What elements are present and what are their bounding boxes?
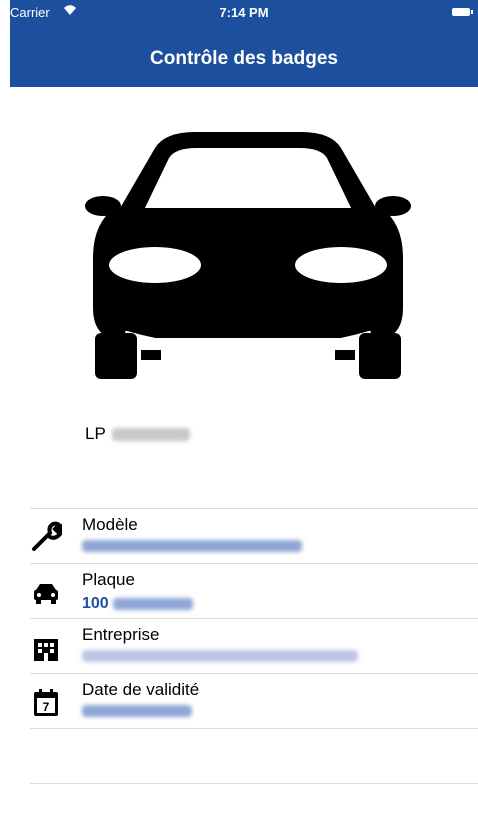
- redacted-value: [82, 540, 302, 552]
- field-row-modele: Modèle: [30, 508, 478, 564]
- redacted-value: [82, 705, 192, 717]
- page-title: Contrôle des badges: [150, 48, 338, 69]
- field-label-entreprise: Entreprise: [82, 625, 160, 644]
- field-value-entreprise: [82, 650, 358, 662]
- field-value-modele: [82, 540, 302, 552]
- list-divider: [30, 728, 478, 729]
- field-label-plaque: Plaque: [82, 570, 135, 589]
- battery-icon: [452, 8, 473, 16]
- building-icon: [30, 631, 62, 663]
- field-value-plaque: 100: [82, 595, 193, 613]
- status-time: 7:14 PM: [219, 5, 269, 20]
- plate-number-redacted: [111, 427, 190, 441]
- status-bar: Carrier 7:14 PM: [10, 0, 478, 26]
- plate-number: LP: [85, 424, 190, 444]
- field-row-date-validite: 7 Date de validité: [30, 673, 478, 729]
- redacted-value: [112, 598, 193, 610]
- field-row-plaque: Plaque 100: [30, 563, 478, 619]
- car-illustration-icon: [85, 128, 411, 380]
- field-value-date-validite: [82, 705, 192, 717]
- field-row-entreprise: Entreprise: [30, 618, 478, 674]
- navigation-bar: Carrier 7:14 PM Contrôle des badges: [10, 0, 478, 87]
- svg-text:7: 7: [43, 700, 50, 714]
- wrench-icon: [30, 521, 64, 553]
- field-label-modele: Modèle: [82, 515, 138, 534]
- bottom-divider: [30, 783, 478, 784]
- plate-prefix: LP: [85, 424, 106, 443]
- car-icon: [30, 576, 62, 608]
- field-value-text: 100: [82, 595, 109, 612]
- redacted-value: [82, 650, 358, 662]
- field-label-date-validite: Date de validité: [82, 680, 200, 699]
- calendar-icon: 7: [30, 686, 62, 718]
